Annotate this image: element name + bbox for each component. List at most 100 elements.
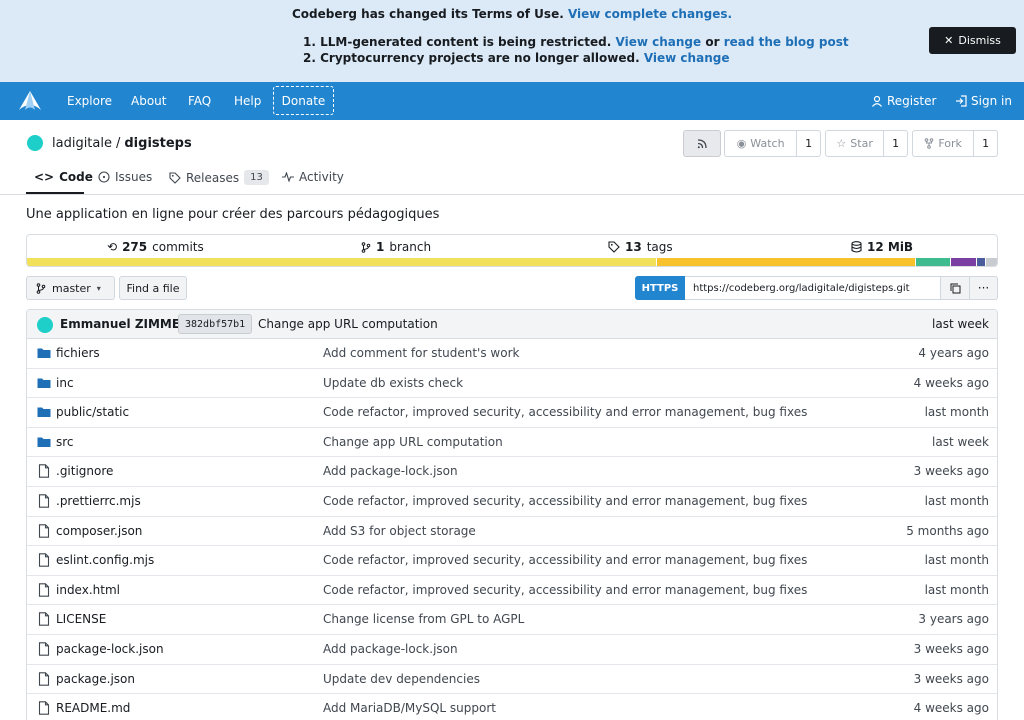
tab-activity[interactable]: Activity xyxy=(282,170,344,184)
tab-code[interactable]: <> Code xyxy=(34,170,93,184)
tab-releases[interactable]: Releases 13 xyxy=(169,170,269,185)
star-count[interactable]: 1 xyxy=(883,131,907,156)
commit-sha-link[interactable]: 382dbf57b1 xyxy=(178,314,253,334)
file-commit-message-link[interactable]: Add package-lock.json xyxy=(323,642,458,656)
more-options-button[interactable]: ··· xyxy=(970,276,998,300)
file-row: package-lock.json Add package-lock.json 3 … xyxy=(27,635,997,665)
nav-signin-link[interactable]: Sign in xyxy=(955,94,1012,108)
star-icon: ☆ xyxy=(836,137,847,150)
tag-icon xyxy=(608,241,620,253)
file-commit-message-link[interactable]: Add package-lock.json xyxy=(323,464,458,478)
watch-count[interactable]: 1 xyxy=(796,131,820,156)
file-commit-message-link[interactable]: Change app URL computation xyxy=(323,435,503,449)
file-commit-message-link[interactable]: Add comment for student's work xyxy=(323,346,519,360)
file-icon xyxy=(38,671,50,686)
file-name-link[interactable]: package.json xyxy=(56,672,135,686)
file-name-link[interactable]: composer.json xyxy=(56,524,142,538)
language-segment[interactable] xyxy=(985,258,997,266)
file-name-link[interactable]: README.md xyxy=(56,701,130,715)
language-segment[interactable] xyxy=(950,258,976,266)
file-commit-message-link[interactable]: Add S3 for object storage xyxy=(323,524,476,538)
tags-count: 13 xyxy=(625,240,642,254)
file-commit-message-link[interactable]: Code refactor, improved security, access… xyxy=(323,494,807,508)
fork-icon xyxy=(925,138,934,149)
file-commit-message-link[interactable]: Code refactor, improved security, access… xyxy=(323,405,807,419)
clone-protocol-button[interactable]: HTTPS xyxy=(635,276,685,300)
register-label: Register xyxy=(887,94,937,108)
file-name-link[interactable]: package-lock.json xyxy=(56,642,164,656)
dismiss-label: Dismiss xyxy=(958,34,1001,47)
file-row: composer.json Add S3 for object storage 5 … xyxy=(27,517,997,547)
branch-selector[interactable]: master ▾ xyxy=(26,276,115,300)
fork-count[interactable]: 1 xyxy=(973,131,997,156)
file-commit-message-link[interactable]: Update db exists check xyxy=(323,376,463,390)
tags-stat-link[interactable]: 13 tags xyxy=(608,240,673,254)
branches-stat-link[interactable]: 1 branch xyxy=(361,240,431,254)
dismiss-button[interactable]: ✕ Dismiss xyxy=(929,27,1016,54)
nav-help-link[interactable]: Help xyxy=(234,94,261,108)
file-row: .gitignore Add package-lock.json 3 weeks a… xyxy=(27,457,997,487)
file-commit-age: last month xyxy=(924,405,989,420)
folder-name-link[interactable]: src xyxy=(56,435,74,449)
commit-message-link[interactable]: Change app URL computation xyxy=(258,317,438,331)
repo-avatar xyxy=(27,135,43,151)
nav-about-link[interactable]: About xyxy=(131,94,166,108)
language-segment[interactable] xyxy=(975,258,986,266)
file-commit-age: last month xyxy=(924,582,989,597)
file-name-link[interactable]: .prettierrc.mjs xyxy=(56,494,141,508)
file-icon xyxy=(38,612,50,627)
file-commit-age: 4 weeks ago xyxy=(913,701,989,716)
repo-owner-link[interactable]: ladigitale xyxy=(52,136,112,151)
nav-register-link[interactable]: Register xyxy=(871,94,936,108)
file-commit-age: last month xyxy=(924,494,989,508)
commit-author-link[interactable]: Emmanuel ZIMMERT xyxy=(60,317,197,331)
pulse-icon xyxy=(282,172,294,182)
chevron-down-icon: ▾ xyxy=(96,283,101,293)
commit-time: last week xyxy=(932,317,989,331)
read-blog-post-link[interactable]: read the blog post xyxy=(724,35,849,49)
find-file-button[interactable]: Find a file xyxy=(119,276,187,300)
star-button[interactable]: ☆ Star xyxy=(826,131,883,156)
folder-name-link[interactable]: inc xyxy=(56,376,74,390)
view-change-link-2[interactable]: View change xyxy=(644,51,730,65)
file-row: README.md Add MariaDB/MySQL support 4 week… xyxy=(27,694,997,720)
history-icon: ⟲ xyxy=(107,240,118,254)
eye-icon: ◉ xyxy=(736,137,747,150)
file-name-link[interactable]: .gitignore xyxy=(56,464,113,478)
repo-tabs: <> Code Issues Releases 13 Activity xyxy=(0,160,1024,195)
file-name-link[interactable]: LICENSE xyxy=(56,612,106,626)
language-segment[interactable] xyxy=(27,258,656,266)
nav-faq-link[interactable]: FAQ xyxy=(188,94,211,108)
copy-url-button[interactable] xyxy=(941,276,970,300)
view-complete-changes-link[interactable]: View complete changes. xyxy=(568,7,732,21)
language-segment[interactable] xyxy=(915,258,951,266)
rss-feed-button[interactable] xyxy=(683,130,721,157)
notice-item-1: 1. LLM-generated content is being restri… xyxy=(303,34,849,50)
file-commit-message-link[interactable]: Change license from GPL to AGPL xyxy=(323,612,524,626)
language-bar[interactable] xyxy=(27,258,997,266)
tab-activity-label: Activity xyxy=(299,170,344,184)
view-change-link-1[interactable]: View change xyxy=(616,35,702,49)
file-commit-message-link[interactable]: Code refactor, improved security, access… xyxy=(323,553,807,567)
language-segment[interactable] xyxy=(655,258,916,266)
fork-button-group: Fork 1 xyxy=(912,130,998,157)
fork-button[interactable]: Fork xyxy=(913,131,973,156)
folder-name-link[interactable]: public/static xyxy=(56,405,129,419)
watch-button[interactable]: ◉ Watch xyxy=(725,131,796,156)
codeberg-logo-icon[interactable] xyxy=(17,88,43,114)
tab-issues[interactable]: Issues xyxy=(98,170,152,184)
clone-url-field[interactable]: https://codeberg.org/ladigitale/digistep… xyxy=(685,276,941,300)
file-commit-message-link[interactable]: Code refactor, improved security, access… xyxy=(323,583,807,597)
watch-button-group: ◉ Watch 1 xyxy=(724,130,821,157)
repo-name-link[interactable]: digisteps xyxy=(124,136,191,151)
file-commit-message-link[interactable]: Update dev dependencies xyxy=(323,672,480,686)
file-commit-message-link[interactable]: Add MariaDB/MySQL support xyxy=(323,701,496,715)
notice-items: 1. LLM-generated content is being restri… xyxy=(303,34,849,66)
file-name-link[interactable]: index.html xyxy=(56,583,120,597)
file-name-link[interactable]: eslint.config.mjs xyxy=(56,553,154,567)
folder-name-link[interactable]: fichiers xyxy=(56,346,100,360)
file-commit-age: last week xyxy=(932,434,989,449)
nav-explore-link[interactable]: Explore xyxy=(67,94,112,108)
nav-donate-button[interactable]: Donate xyxy=(273,86,334,115)
commits-stat-link[interactable]: ⟲ 275 commits xyxy=(107,240,204,254)
